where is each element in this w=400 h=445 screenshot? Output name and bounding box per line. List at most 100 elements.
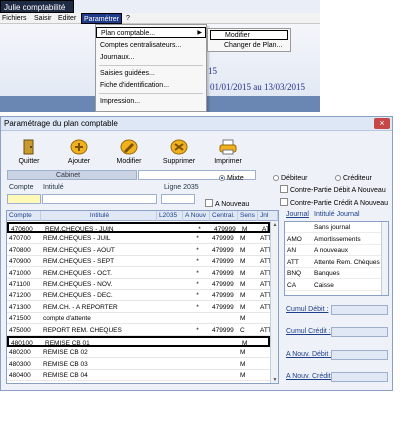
cumul-debit-label: Cumul Débit : <box>286 306 329 313</box>
cell-l2035 <box>157 233 183 244</box>
journal-row[interactable]: ATT Attente Rem. Chèques <box>285 258 382 268</box>
cell-sens: M <box>240 246 246 254</box>
table-row[interactable]: 471100 REM.CHEQUES - NOV. * 479999 M ATT <box>7 279 272 290</box>
journal-intitule-column-header[interactable]: Intitulé Journal <box>314 211 360 218</box>
cell-l2035 <box>157 313 183 324</box>
cell-sens: C <box>240 326 245 334</box>
radio-mixte[interactable]: Mixte <box>219 174 244 183</box>
cell-compte: 471200 <box>9 292 31 300</box>
menu-separator <box>99 65 203 66</box>
cell-anouv <box>183 370 210 381</box>
menu-editer[interactable]: Editer <box>56 13 78 24</box>
journal-row[interactable]: Sans journal <box>285 223 382 233</box>
journal-row[interactable]: BNQ Banques <box>285 269 382 279</box>
table-row[interactable]: 471000 REM.CHEQUES - OCT. * 479999 M ATT <box>7 268 272 279</box>
cell-sens: M <box>240 235 246 243</box>
cell-compte: 480400 <box>9 372 31 380</box>
cell-compte: 471100 <box>9 281 31 288</box>
scroll-down-icon[interactable]: ▼ <box>271 376 278 383</box>
menu-parametrer[interactable]: Paramétrer <box>81 13 123 24</box>
table-row[interactable]: 475000 REPORT REM. CHEQUES * 479999 C ATT <box>7 325 272 336</box>
cell-compte: 470900 <box>9 258 31 266</box>
delete-icon <box>170 139 188 155</box>
close-icon[interactable]: × <box>374 118 390 129</box>
cell-anouv <box>183 347 210 358</box>
table-row[interactable]: 471200 REM.CHEQUES - DEC. * 479999 M ATT <box>7 290 272 302</box>
column-header-compte[interactable]: Compte <box>7 211 41 221</box>
plan-comptable-table: Compte Intitulé L2035 A Nouv Central. Se… <box>6 210 279 384</box>
cell-intitule: REM.CHEQUES - JUIL <box>43 235 111 243</box>
scroll-up-icon[interactable]: ▲ <box>271 221 278 229</box>
checkbox-contre-partie-credit[interactable]: Contre-Partie Crédit A Nouveau <box>280 198 388 209</box>
cell-sens: M <box>240 360 246 368</box>
search-compte-input[interactable] <box>7 194 41 204</box>
submenu-item-changer-plan[interactable]: Changer de Plan... <box>210 41 288 51</box>
param-plan-comptable-window: Paramétrage du plan comptable × Quitter … <box>0 116 393 391</box>
menu-saisir[interactable]: Saisir <box>32 13 54 24</box>
menu-item-comptes-centralisateurs[interactable]: Comptes centralisateurs... <box>96 40 206 51</box>
checkbox-contre-partie-debit[interactable]: Contre-Partie Débit A Nouveau <box>280 185 386 196</box>
journal-label: A nouveaux <box>314 247 348 254</box>
column-header-anouv[interactable]: A Nouv <box>183 211 210 221</box>
menu-help[interactable]: ? <box>124 13 132 24</box>
table-row[interactable]: 470600 REM.CHEQUES - JUIN * 479999 M ATT <box>7 222 274 233</box>
submenu-item-modifier[interactable]: Modifier <box>210 30 288 40</box>
journal-row[interactable]: AN A nouveaux <box>285 246 382 256</box>
journal-row[interactable]: AMO Amortissements <box>285 235 382 245</box>
printer-icon <box>219 139 237 155</box>
cell-central <box>210 359 238 370</box>
menu-item-fiche-identification[interactable]: Fiche d'identification... <box>96 80 206 91</box>
table-row[interactable]: 471500 compte d'attente M <box>7 313 270 325</box>
column-header-central[interactable]: Central. <box>210 211 238 221</box>
radio-debiteur[interactable]: Débiteur <box>273 174 307 183</box>
cell-central: 479999 <box>212 281 234 288</box>
cell-intitule: REM.CHEQUES - AOUT <box>43 246 115 254</box>
cell-sens: M <box>240 258 246 266</box>
cell-anouv <box>183 313 210 324</box>
menu-fichiers[interactable]: Fichiers <box>0 13 29 24</box>
cell-anouv: * <box>196 303 199 311</box>
column-header-jnl[interactable]: Jnl <box>258 211 278 221</box>
table-row[interactable]: 480200 REMISE CB 02 M <box>7 347 270 359</box>
column-header-intitule[interactable]: Intitulé <box>41 211 157 221</box>
search-intitule-input[interactable] <box>42 194 157 204</box>
journal-row[interactable]: CA Caisse <box>285 281 382 291</box>
journal-column-header[interactable]: Journal <box>286 211 309 218</box>
journal-label: Attente Rem. Chèques <box>314 258 380 266</box>
cell-anouv <box>183 359 210 370</box>
journal-scrollbar[interactable] <box>381 222 388 295</box>
search-intitule-label: Intitulé <box>43 184 64 191</box>
cell-sens: M <box>240 281 246 288</box>
cell-compte: 471300 <box>9 303 31 311</box>
menu-item-plan-comptable[interactable]: Plan comptable... ▶ <box>96 27 206 38</box>
column-header-sens[interactable]: Sens <box>238 211 258 221</box>
radio-crediteur[interactable]: Créditeur <box>335 174 372 183</box>
menu-item-saisies-guidees[interactable]: Saisies guidées... <box>96 68 206 79</box>
table-row[interactable]: 480100 REMISE CB 01 M <box>7 336 270 347</box>
table-row[interactable]: 480300 REMISE CB 03 M <box>7 359 270 370</box>
column-header-l2035[interactable]: L2035 <box>157 211 183 221</box>
cell-central: 479999 <box>212 258 234 266</box>
table-row[interactable]: 471300 REM.CH. - A REPORTER * 479999 M ATT <box>7 302 272 313</box>
radio-dot <box>273 175 279 181</box>
checkbox-box <box>205 199 213 207</box>
table-row[interactable]: 470800 REM.CHEQUES - AOUT * 479999 M ATT <box>7 245 272 256</box>
search-ligne-input[interactable] <box>161 194 195 204</box>
table-row[interactable]: 470700 REM.CHEQUES - JUIL * 479999 M ATT <box>7 233 272 245</box>
journal-code: BNQ <box>287 270 302 277</box>
cell-anouv: * <box>196 281 199 288</box>
cell-compte: 480300 <box>9 360 31 368</box>
checkbox-a-nouveau[interactable]: A Nouveau <box>205 199 249 210</box>
table-row[interactable]: 470900 REM.CHEQUES - SEPT * 479999 M ATT <box>7 256 272 268</box>
menu-item-impression[interactable]: Impression... <box>96 96 206 107</box>
checkbox-box <box>280 185 288 193</box>
cell-central: 479999 <box>212 246 234 254</box>
window-title: Paramétrage du plan comptable × <box>1 117 392 131</box>
checkbox-contre-partie-debit-label: Contre-Partie Débit A Nouveau <box>290 187 386 194</box>
add-icon <box>70 139 88 155</box>
app-title: Julie comptabilité <box>0 0 74 13</box>
journal-code: ATT <box>287 258 299 266</box>
table-scrollbar[interactable]: ▲ ▼ <box>270 221 278 383</box>
table-row[interactable]: 480400 REMISE CB 04 M <box>7 370 270 382</box>
menu-item-journaux[interactable]: Journaux... <box>96 52 206 63</box>
